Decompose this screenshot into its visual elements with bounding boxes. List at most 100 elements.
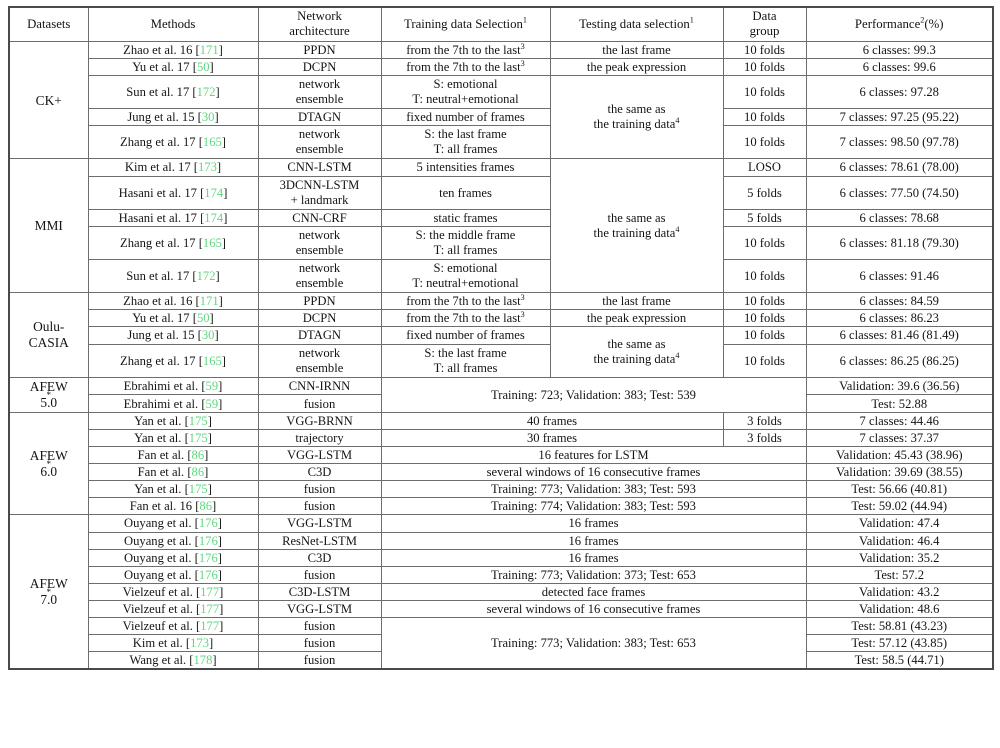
table-row: Sun et al. 17 [172] network ensemble S: emo… bbox=[9, 259, 994, 294]
citation-ref[interactable]: 30 bbox=[202, 110, 215, 124]
method-name: Fan et al. 16 bbox=[129, 499, 193, 514]
cell-training-data-selection: Training: 773; Validation: 383; Test: 65… bbox=[380, 617, 807, 670]
citation-ref[interactable]: 165 bbox=[203, 236, 222, 250]
footnote-marker: 1 bbox=[522, 15, 528, 25]
table-row: Yan et al. [175] fusion Training: 773; Val… bbox=[9, 480, 994, 499]
cell-method: Yu et al. 17 [50] bbox=[87, 309, 259, 328]
citation-ref[interactable]: 30 bbox=[202, 328, 215, 342]
cell-data-group: 3 folds bbox=[722, 428, 807, 448]
table-row: Jung et al. 15 [30] DTAGN fixed number of … bbox=[9, 326, 994, 378]
cell-training-data-selection: Training: 774; Validation: 383; Test: 59… bbox=[380, 497, 807, 516]
cell-network-architecture: DCPN bbox=[257, 309, 382, 328]
citation-ref[interactable]: 173 bbox=[190, 636, 209, 650]
dataset-name-line1: Oulu- bbox=[33, 318, 65, 334]
table-row: Sun et al. 17 [172] network ensemble S: emo… bbox=[9, 74, 994, 160]
cell-network-architecture: DCPN bbox=[257, 57, 382, 76]
citation-ref[interactable]: 177 bbox=[200, 585, 219, 599]
cell-method: Ouyang et al. [176] bbox=[87, 548, 259, 567]
cell-performance: Validation: 48.6 bbox=[805, 599, 994, 619]
citation-ref[interactable]: 176 bbox=[199, 568, 218, 582]
column-header-performance: Performance2(%) bbox=[805, 6, 994, 42]
cell-method: Hasani et al. 17 [174] bbox=[87, 208, 259, 227]
table-row: Hasani et al. 17 [174] 3DCNN-LSTM + landma… bbox=[9, 175, 994, 210]
cell-method: Ebrahimi et al. [59] bbox=[87, 376, 259, 396]
cell-method: Kim et al. 17 [173] bbox=[87, 158, 259, 177]
citation-ref[interactable]: 86 bbox=[192, 448, 205, 462]
citation-ref[interactable]: 173 bbox=[198, 160, 217, 174]
cell-method: Jung et al. 15 [30] bbox=[87, 326, 259, 345]
cell-training-data-selection: Training: 773; Validation: 373; Test: 65… bbox=[380, 565, 807, 584]
citation-ref[interactable]: 171 bbox=[200, 294, 219, 308]
citation-ref[interactable]: 176 bbox=[199, 516, 218, 530]
cell-method: Vielzeuf et al. [177] bbox=[87, 599, 259, 619]
cell-data-group: 10 folds bbox=[722, 309, 807, 328]
col-header-line2: architecture bbox=[289, 24, 350, 39]
method-name: Yu et al. 17 bbox=[132, 59, 190, 74]
cell-data-group: 10 folds bbox=[722, 108, 807, 127]
cell-data-group: 5 folds bbox=[722, 175, 807, 210]
cell-method: Zhang et al. 17 [165] bbox=[87, 343, 259, 378]
citation-ref[interactable]: 50 bbox=[197, 60, 210, 74]
cell-performance: 6 classes: 81.46 (81.49) bbox=[805, 326, 994, 345]
cell-method: Vielzeuf et al. [177] bbox=[87, 582, 259, 601]
cell-performance: 7 classes: 44.46 bbox=[805, 411, 994, 431]
cell-method: Zhao et al. 16 [171] bbox=[87, 40, 259, 59]
citation-ref[interactable]: 177 bbox=[200, 619, 219, 633]
cell-training-data-selection: several windows of 16 consecutive frames bbox=[380, 463, 807, 482]
cell-performance: Validation: 43.2 bbox=[805, 582, 994, 601]
cell-network-architecture: network ensemble bbox=[257, 125, 382, 160]
table-row: MMI Kim et al. 17 [173] CNN-LSTM 5 intensit… bbox=[8, 158, 994, 294]
citation-ref[interactable]: 178 bbox=[193, 653, 212, 667]
method-name: Hasani et al. 17 bbox=[118, 185, 197, 200]
cell-performance: Test: 52.88 bbox=[805, 394, 994, 413]
citation-ref[interactable]: 174 bbox=[204, 211, 223, 225]
citation-ref[interactable]: 86 bbox=[199, 499, 212, 513]
citation-ref[interactable]: 174 bbox=[204, 186, 223, 200]
cell-method: Ouyang et al. [176] bbox=[87, 531, 259, 550]
cell-data-group: LOSO bbox=[722, 158, 807, 177]
citation-ref[interactable]: 50 bbox=[197, 311, 210, 325]
cell-network-architecture: PPDN bbox=[257, 292, 382, 311]
cell-network-architecture: C3D bbox=[257, 463, 382, 482]
citation-ref[interactable]: 59 bbox=[206, 379, 219, 393]
cell-data-group: 10 folds bbox=[722, 40, 807, 59]
citation-ref[interactable]: 172 bbox=[197, 85, 216, 99]
cell-data-group: 10 folds bbox=[722, 326, 807, 345]
method-name: Yu et al. 17 bbox=[132, 311, 190, 326]
citation-ref[interactable]: 175 bbox=[189, 414, 208, 428]
cell-network-architecture: fusion bbox=[257, 497, 382, 516]
method-name: Fan et al. bbox=[137, 465, 185, 480]
cell-performance: Validation: 45.43 (38.96) bbox=[805, 446, 994, 465]
method-name: Yan et al. bbox=[134, 413, 182, 428]
cell-dataset: AFEW * 7.0 bbox=[8, 514, 89, 670]
cell-dataset: AFEW * 5.0 bbox=[8, 376, 89, 413]
column-header-testing: Testing data selection1 bbox=[549, 6, 724, 42]
cell-training-data-selection: 30 frames bbox=[380, 428, 724, 448]
cell-testing-data-selection: the last frame bbox=[549, 40, 724, 59]
citation-ref[interactable]: 171 bbox=[200, 43, 219, 57]
column-header-training: Training data Selection1 bbox=[380, 6, 551, 42]
citation-ref[interactable]: 177 bbox=[200, 602, 219, 616]
method-name: Zhang et al. 17 bbox=[120, 135, 196, 150]
citation-ref[interactable]: 176 bbox=[199, 551, 218, 565]
cell-performance: 6 classes: 81.18 (79.30) bbox=[805, 225, 994, 261]
citation-ref[interactable]: 175 bbox=[189, 482, 208, 496]
citation-ref[interactable]: 165 bbox=[203, 354, 222, 368]
cell-training-data-selection: S: the last frame T: all frames bbox=[380, 343, 551, 378]
citation-ref[interactable]: 175 bbox=[189, 431, 208, 445]
citation-ref[interactable]: 86 bbox=[192, 465, 205, 479]
method-name: Fan et al. bbox=[137, 448, 185, 463]
citation-ref[interactable]: 165 bbox=[203, 135, 222, 149]
cell-training-data-selection: several windows of 16 consecutive frames bbox=[380, 599, 807, 619]
cell-performance: 6 classes: 84.59 bbox=[805, 292, 994, 311]
cell-method: Fan et al. [86] bbox=[87, 446, 259, 465]
cell-training-data-selection: S: emotional T: neutral+emotional bbox=[380, 74, 551, 110]
dataset-name-line2: 7.0 bbox=[40, 591, 58, 607]
cell-method: Ouyang et al. [176] bbox=[87, 565, 259, 584]
cell-performance: 6 classes: 99.6 bbox=[805, 57, 994, 76]
citation-ref[interactable]: 176 bbox=[199, 534, 218, 548]
citation-ref[interactable]: 172 bbox=[197, 269, 216, 283]
cell-method: Fan et al. 16 [86] bbox=[87, 497, 259, 516]
cell-network-architecture: VGG-LSTM bbox=[257, 514, 382, 533]
citation-ref[interactable]: 59 bbox=[206, 397, 219, 411]
